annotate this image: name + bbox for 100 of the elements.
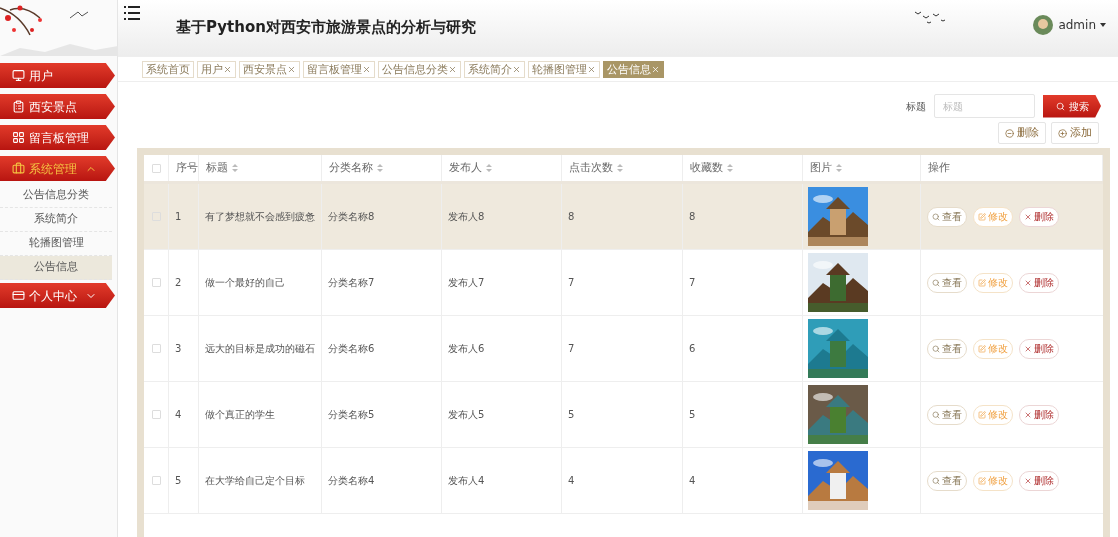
action-icon	[1024, 344, 1032, 353]
action-icon	[1024, 410, 1032, 419]
action-icon	[978, 344, 986, 353]
menu-icon	[12, 69, 25, 82]
search-button[interactable]: 搜索	[1043, 94, 1101, 118]
submenu-item[interactable]: 公告信息分类	[0, 184, 112, 208]
close-icon	[287, 64, 296, 74]
close-icon	[512, 64, 521, 74]
column-header[interactable]: 收藏数	[690, 159, 733, 177]
close-icon	[362, 64, 371, 74]
sidebar-menu-item[interactable]: 用户	[0, 63, 115, 88]
action-icon	[978, 476, 986, 485]
column-header[interactable]: 发布人	[449, 159, 492, 177]
menu-icon	[12, 289, 25, 302]
table-cell-text: 远大的目标是成功的磁石	[205, 342, 315, 356]
page-tab[interactable]: 留言板管理	[303, 60, 375, 78]
table-cell-text: 发布人5	[448, 408, 485, 422]
close-icon	[651, 64, 660, 74]
table-cell-text: 4	[568, 474, 575, 488]
search-field[interactable]: 标题	[934, 94, 1035, 118]
sort-icon	[836, 164, 842, 172]
table-cell-text: 发布人4	[448, 474, 485, 488]
submenu-item[interactable]: 公告信息	[0, 256, 112, 280]
row-checkbox[interactable]	[151, 278, 161, 287]
row-action-button[interactable]: 查看	[927, 206, 967, 227]
page-tab[interactable]: 西安景点	[239, 60, 300, 78]
sort-icon	[377, 164, 383, 172]
page-tab[interactable]: 用户	[197, 60, 236, 78]
close-icon	[587, 64, 596, 74]
row-action-button[interactable]: 查看	[927, 272, 967, 293]
close-icon	[448, 64, 457, 74]
menu-icon	[12, 131, 25, 144]
menu-icon	[12, 100, 25, 113]
action-icon	[932, 212, 940, 221]
table-cell-text: 发布人8	[448, 210, 485, 224]
submenu-item[interactable]: 系统简介	[0, 208, 112, 232]
table-cell-text: 7	[568, 342, 575, 356]
table-cell-text: 4	[689, 474, 696, 488]
sidebar-menu-item[interactable]: 个人中心	[0, 283, 115, 308]
table-cell-text: 发布人7	[448, 276, 485, 290]
action-icon	[1024, 278, 1032, 287]
column-header[interactable]: 图片	[810, 159, 842, 177]
row-action-button[interactable]: 删除	[1019, 470, 1059, 491]
table-cell-text: 7	[689, 276, 696, 290]
action-icon	[978, 212, 986, 221]
page-tab[interactable]: 公告信息	[603, 60, 664, 78]
action-icon	[1005, 128, 1014, 138]
column-header[interactable]: 点击次数	[569, 159, 623, 177]
row-action-button[interactable]: 查看	[927, 470, 967, 491]
sort-icon	[232, 164, 238, 172]
sort-icon	[727, 164, 733, 172]
toolbar-button[interactable]: 添加	[1051, 122, 1099, 144]
sort-icon	[486, 164, 492, 172]
row-checkbox[interactable]	[151, 344, 161, 353]
table-cell-text: 发布人6	[448, 342, 485, 356]
table-cell-text: 分类名称8	[328, 210, 375, 224]
action-icon	[978, 278, 986, 287]
row-action-button[interactable]: 删除	[1019, 338, 1059, 359]
action-icon	[978, 410, 986, 419]
action-icon	[1024, 212, 1032, 221]
column-header: 序号	[176, 159, 198, 176]
close-icon	[223, 64, 232, 74]
table-cell-text: 分类名称4	[328, 474, 375, 488]
action-icon	[932, 278, 940, 287]
table-cell-text: 分类名称5	[328, 408, 375, 422]
row-checkbox[interactable]	[151, 410, 161, 419]
page-tab[interactable]: 公告信息分类	[378, 60, 461, 78]
action-icon	[932, 410, 940, 419]
row-action-button[interactable]: 查看	[927, 338, 967, 359]
row-checkbox[interactable]	[151, 476, 161, 485]
action-icon	[932, 476, 940, 485]
table-cell-text: 7	[568, 276, 575, 290]
toolbar-button[interactable]: 删除	[998, 122, 1046, 144]
user-menu[interactable]: admin	[1058, 16, 1106, 34]
menu-icon	[12, 162, 25, 175]
table-cell-text: 6	[689, 342, 696, 356]
sort-icon	[617, 164, 623, 172]
sidebar-menu-item[interactable]: 系统管理	[0, 156, 115, 181]
column-header[interactable]: 标题	[206, 159, 238, 177]
table-cell-text: 4	[175, 408, 182, 422]
column-header: 操作	[928, 159, 950, 176]
table-cell-text: 有了梦想就不会感到疲惫	[205, 210, 315, 224]
menu-icon[interactable]	[124, 6, 140, 20]
table-cell-text: 分类名称7	[328, 276, 375, 290]
table-cell-text: 2	[175, 276, 182, 290]
table-cell-text: 在大学给自己定个目标	[205, 474, 305, 488]
row-action-button[interactable]: 删除	[1019, 272, 1059, 293]
page-tab[interactable]: 系统首页	[142, 60, 194, 78]
page-tab[interactable]: 系统简介	[464, 60, 525, 78]
table-cell-text: 5	[568, 408, 575, 422]
table-cell-text: 做个真正的学生	[205, 408, 275, 422]
header-checkbox[interactable]	[151, 163, 161, 173]
page-tab[interactable]: 轮播图管理	[528, 60, 600, 78]
page-title: 基于Python对西安市旅游景点的分析与研究	[176, 17, 476, 38]
sidebar-menu-item[interactable]: 西安景点	[0, 94, 115, 119]
row-action-button[interactable]: 删除	[1019, 206, 1059, 227]
row-action-button[interactable]: 查看	[927, 404, 967, 425]
row-action-button[interactable]: 删除	[1019, 404, 1059, 425]
sidebar-menu-item[interactable]: 留言板管理	[0, 125, 115, 150]
column-header[interactable]: 分类名称	[329, 159, 383, 177]
